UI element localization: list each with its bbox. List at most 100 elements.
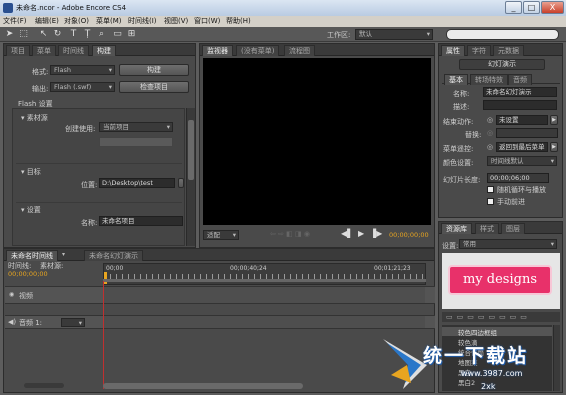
play-icon[interactable]: ▶ (358, 229, 364, 238)
manual-advance-label: 手动前进 (497, 198, 525, 206)
workspace-dropdown[interactable]: 默认 (355, 29, 433, 40)
close-button[interactable]: X (541, 1, 564, 14)
text-tool-icon[interactable]: T (68, 29, 79, 40)
subtab-transition[interactable]: 转场特效 (470, 74, 508, 85)
work-area-bar[interactable] (103, 279, 426, 282)
tab-library[interactable]: 资源库 (441, 223, 472, 234)
video-track-area[interactable] (103, 287, 425, 303)
move-tool-icon[interactable]: ↖ (38, 29, 49, 40)
tab-metadata[interactable]: 元数据 (493, 45, 524, 56)
build-panel: 项目 菜单 时间线 构建 格式: Flash 构建 输出: Flash (.sw… (3, 43, 196, 248)
menu-remote-field[interactable]: 返回到最后菜单 (496, 142, 548, 152)
audio-track-dropdown[interactable] (61, 318, 85, 328)
tab-menus[interactable]: 菜单 (32, 45, 56, 56)
audio-track-area[interactable] (103, 316, 425, 328)
target-section-toggle[interactable]: ▾ 目标 (21, 167, 41, 177)
minimize-button[interactable]: _ (505, 1, 522, 14)
menu-remote-menu-icon[interactable]: ▶ (550, 142, 558, 152)
tab-layers[interactable]: 图层 (501, 223, 525, 234)
tab-monitor[interactable]: 监视器 (202, 45, 233, 56)
direct-select-tool-icon[interactable]: ⬚ (18, 29, 29, 40)
scrollbar-thumb[interactable] (188, 120, 194, 180)
output-dropdown[interactable]: Flash (.swf) (50, 82, 115, 92)
end-action-field[interactable]: 未设置 (496, 115, 548, 125)
zoom-dropdown[interactable]: 适配 (203, 230, 239, 240)
shuffle-checkbox[interactable] (487, 186, 494, 193)
tab-no-menu[interactable]: (没有菜单) (236, 45, 280, 56)
video-track-label: 视频 (19, 292, 33, 300)
build-scrollbar[interactable] (186, 108, 195, 246)
source-section-toggle[interactable]: ▾ 素材源 (21, 113, 48, 123)
build-button[interactable]: 构建 (119, 64, 189, 76)
selection-tool-icon[interactable]: ➤ (4, 29, 15, 40)
monitor-timecode[interactable]: 00;00;00;00 (389, 231, 429, 239)
tab-character[interactable]: 字符 (467, 45, 491, 56)
tab-build[interactable]: 构建 (92, 45, 116, 56)
tab-untitled-slideshow[interactable]: 未命名幻灯演示 (84, 250, 143, 261)
name-field[interactable]: 未命名项目 (99, 216, 183, 226)
preview-icon[interactable]: ▭ (112, 29, 123, 40)
end-action-menu-icon[interactable]: ▶ (550, 115, 558, 125)
prop-name-label: 名称: (453, 90, 470, 98)
menu-remote-pickwhip-icon[interactable]: ◎ (487, 143, 493, 151)
menu-edit[interactable]: 编辑(E) (35, 16, 59, 27)
pickwhip-icon[interactable]: ◎ (487, 116, 493, 124)
create-using-dropdown[interactable]: 当前项目 (99, 122, 173, 132)
format-dropdown[interactable]: Flash (50, 65, 115, 75)
menu-view[interactable]: 视图(V) (164, 16, 188, 27)
desc-field[interactable] (483, 100, 557, 110)
speaker-icon[interactable]: ◀) (8, 318, 16, 326)
route-icon[interactable]: ⊞ (126, 29, 137, 40)
search-input[interactable] (446, 29, 559, 40)
subtab-basic[interactable]: 基本 (444, 74, 468, 85)
timeline-tabs: 未命名时间线 ▾ 未命名幻灯演示 (4, 249, 434, 261)
playhead-marker[interactable] (104, 272, 107, 284)
settings-area: ▾ 素材源 创建使用: 当前项目 ▾ 目标 位置: D:\Desktop\tes… (12, 108, 185, 246)
menu-menu[interactable]: 菜单(M) (96, 16, 122, 27)
menu-object[interactable]: 对象(O) (64, 16, 89, 27)
check-project-button[interactable]: 检查项目 (119, 81, 189, 93)
step-forward-icon[interactable]: ▐▶ (370, 229, 382, 238)
set-dropdown[interactable]: 常用 (459, 239, 557, 249)
timeline-horizontal-scrollbar[interactable] (103, 383, 303, 389)
settings-section-toggle[interactable]: ▾ 设置 (21, 205, 41, 215)
format-label: 格式: (32, 68, 49, 76)
menu-help[interactable]: 帮助(H) (226, 16, 251, 27)
rotate-tool-icon[interactable]: ↻ (52, 29, 63, 40)
maximize-button[interactable]: □ (523, 1, 540, 14)
tab-project[interactable]: 项目 (6, 45, 30, 56)
eye-icon[interactable]: ◉ (9, 291, 14, 298)
override-label: 替换: (465, 131, 482, 139)
duration-field[interactable]: 00;00;06;00 (487, 173, 549, 183)
subtab-audio[interactable]: 音频 (508, 74, 532, 85)
prop-name-field[interactable]: 未命名幻灯演示 (483, 87, 557, 97)
monitor-tabs: 监视器 (没有菜单) 流程图 (200, 44, 434, 56)
watermark: 统一下载站 www.3987.com 2xk (381, 335, 566, 395)
app-icon (3, 3, 13, 13)
vertical-text-tool-icon[interactable]: T̩ (82, 29, 93, 40)
library-toolbar-icons[interactable]: ▭▭▭▭▭▭▭▭ (442, 312, 560, 322)
library-tabs: 资源库 样式 图层 (439, 222, 562, 234)
menu-window[interactable]: 窗口(W) (194, 16, 220, 27)
ruler-label: 00;00;40;24 (230, 265, 267, 272)
override-field (496, 128, 558, 138)
timeline-zoom-slider[interactable] (24, 383, 64, 388)
tab-styles[interactable]: 样式 (475, 223, 499, 234)
browse-button[interactable] (178, 178, 184, 188)
timeline-tab-menu-icon[interactable]: ▾ (62, 251, 65, 258)
step-back-icon[interactable]: ◀▌ (341, 229, 353, 238)
tab-properties[interactable]: 属性 (441, 45, 465, 56)
menu-timeline[interactable]: 时间线(I) (128, 16, 157, 27)
color-settings-dropdown[interactable]: 时间线默认 (487, 156, 557, 166)
tab-flowchart[interactable]: 流程图 (284, 45, 315, 56)
tab-untitled-timeline[interactable]: 未命名时间线 (6, 250, 58, 261)
location-field[interactable]: D:\Desktop\test (99, 178, 175, 188)
zoom-tool-icon[interactable]: ⌕ (96, 29, 107, 40)
source-field (99, 137, 173, 147)
manual-advance-checkbox[interactable] (487, 198, 494, 205)
current-timecode[interactable]: 00;00;00;00 (8, 270, 48, 278)
watermark-sub: 2xk (481, 382, 496, 391)
preview-thumbnail: my designs (448, 265, 552, 295)
tab-timelines[interactable]: 时间线 (58, 45, 89, 56)
menu-file[interactable]: 文件(F) (3, 16, 27, 27)
